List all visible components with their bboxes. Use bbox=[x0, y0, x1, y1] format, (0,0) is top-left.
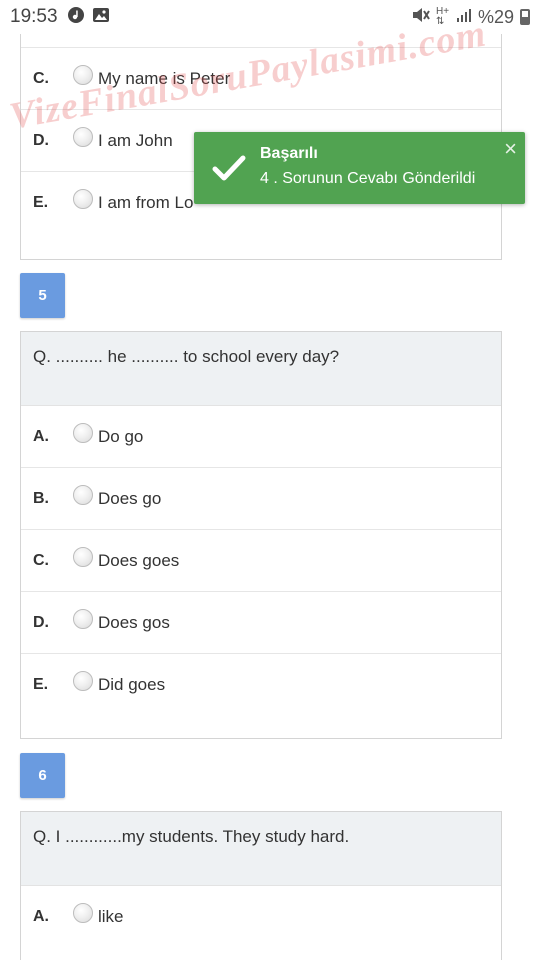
option-row[interactable]: D. Does gos bbox=[21, 592, 501, 654]
check-icon bbox=[212, 154, 246, 187]
option-text: I am John bbox=[98, 130, 173, 150]
option-letter: A. bbox=[33, 908, 49, 925]
music-icon bbox=[67, 6, 84, 28]
option-row[interactable]: A. Do go bbox=[21, 406, 501, 468]
option-letter: E. bbox=[33, 676, 49, 693]
option-text: My name is Peter bbox=[98, 68, 231, 88]
option-text: Does goes bbox=[98, 550, 180, 570]
option-letter: C. bbox=[33, 69, 49, 87]
option-radio[interactable] bbox=[73, 189, 93, 209]
option-radio[interactable] bbox=[73, 608, 93, 629]
question-text: Q. I ............my students. They study… bbox=[21, 812, 501, 886]
option-row[interactable]: A. like bbox=[21, 886, 501, 948]
option-radio[interactable] bbox=[73, 903, 93, 923]
status-time: 19:53 bbox=[10, 6, 58, 27]
battery-icon bbox=[520, 9, 530, 25]
question-text: Q. .......... he .......... to school ev… bbox=[21, 332, 501, 406]
status-bar: 19:53 H+ ⇅ %29 bbox=[0, 0, 540, 34]
toast-message: 4 . Sorunun Cevabı Gönderildi bbox=[260, 170, 476, 187]
option-letter: C. bbox=[33, 551, 49, 569]
hplus-data-icon: H+ ⇅ bbox=[435, 6, 450, 27]
option-text: like bbox=[98, 907, 124, 926]
mute-icon bbox=[412, 7, 430, 28]
option-row[interactable]: E. Did goes bbox=[21, 654, 501, 716]
image-icon bbox=[92, 7, 110, 28]
question-card-6: Q. I ............my students. They study… bbox=[20, 811, 502, 960]
option-letter: D. bbox=[33, 131, 49, 149]
option-letter: D. bbox=[33, 613, 49, 631]
option-letter: A. bbox=[33, 427, 49, 445]
option-text: I am from Lo bbox=[98, 193, 194, 212]
option-text: Do go bbox=[98, 426, 144, 446]
option-radio[interactable] bbox=[73, 64, 93, 85]
toast-title: Başarılı bbox=[260, 145, 318, 162]
status-right: H+ ⇅ %29 bbox=[412, 7, 530, 28]
option-text: Does go bbox=[98, 488, 162, 508]
option-radio[interactable] bbox=[73, 484, 93, 505]
close-icon[interactable]: × bbox=[504, 136, 517, 162]
signal-icon bbox=[456, 7, 472, 28]
option-letter: B. bbox=[33, 489, 49, 507]
question-number-5: 5 bbox=[20, 273, 65, 318]
success-toast[interactable]: Başarılı 4 . Sorunun Cevabı Gönderildi × bbox=[194, 132, 525, 204]
question-number-6: 6 bbox=[20, 753, 65, 798]
option-row[interactable]: C. Does goes bbox=[21, 530, 501, 592]
option-row[interactable]: C. My name is Peter bbox=[21, 48, 501, 110]
option-text: Did goes bbox=[98, 675, 166, 694]
option-radio[interactable] bbox=[73, 546, 93, 567]
option-radio[interactable] bbox=[73, 671, 93, 691]
option-radio[interactable] bbox=[73, 422, 93, 443]
question-card-5: Q. .......... he .......... to school ev… bbox=[20, 331, 502, 739]
battery-percent: %29 bbox=[477, 6, 514, 27]
question-4-scrolled-area bbox=[21, 34, 501, 48]
option-letter: E. bbox=[33, 194, 49, 211]
option-radio[interactable] bbox=[73, 126, 93, 147]
option-row[interactable]: B. Does go bbox=[21, 468, 501, 530]
option-text: Does gos bbox=[98, 612, 170, 632]
